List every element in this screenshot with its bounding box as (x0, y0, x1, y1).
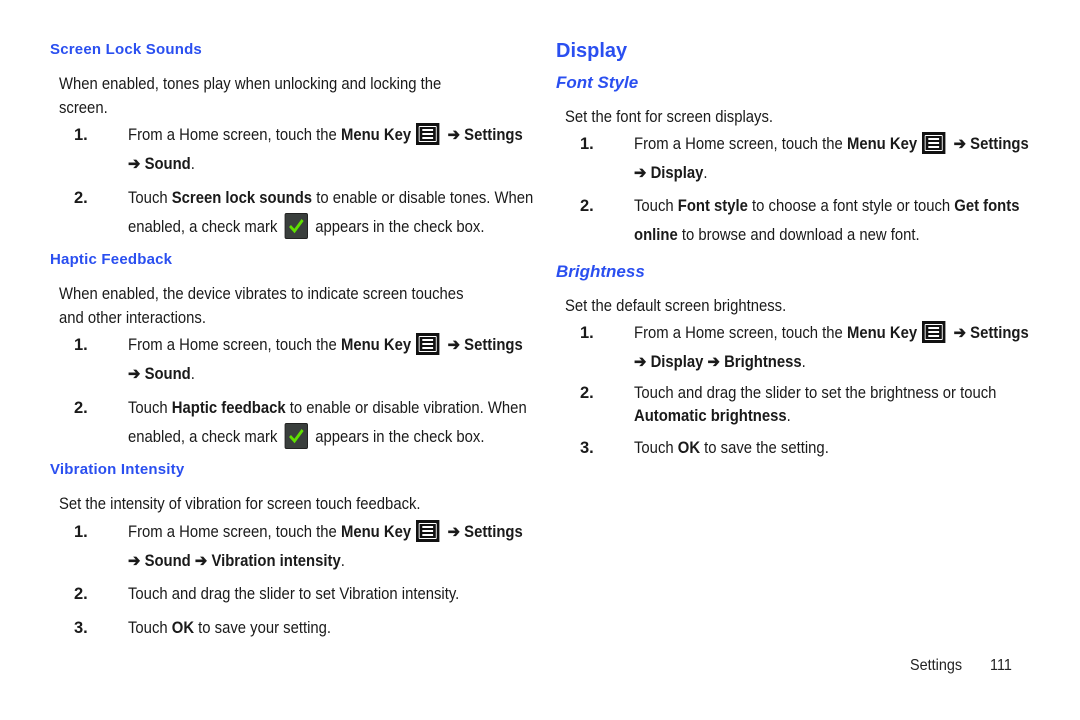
heading-haptic-feedback: Haptic Feedback (50, 251, 173, 268)
heading-vibration-intensity: Vibration Intensity (50, 461, 185, 478)
haptic-intro: When enabled, the device vibrates to ind… (59, 285, 464, 327)
menu-key-icon (921, 132, 945, 154)
menu-key-icon (921, 321, 945, 343)
menu-key-icon (415, 520, 439, 542)
heading-brightness: Brightness (556, 262, 645, 281)
heading-screen-lock-sounds: Screen Lock Sounds (50, 41, 202, 58)
footer-page-number: 111 (990, 657, 1012, 674)
checkbox-checked-icon (284, 213, 309, 239)
footer-section-name: Settings (910, 657, 963, 674)
menu-key-icon (415, 333, 439, 355)
heading-font-style: Font Style (556, 73, 639, 92)
menu-key-icon (415, 123, 439, 145)
checkbox-checked-icon (284, 423, 309, 449)
vibration-intro: Set the intensity of vibration for scree… (59, 495, 421, 513)
screen-lock-intro: When enabled, tones play when unlocking … (59, 75, 442, 117)
font-style-intro: Set the font for screen displays. (565, 108, 774, 126)
heading-display: Display (556, 40, 628, 62)
brightness-intro: Set the default screen brightness. (565, 297, 787, 315)
